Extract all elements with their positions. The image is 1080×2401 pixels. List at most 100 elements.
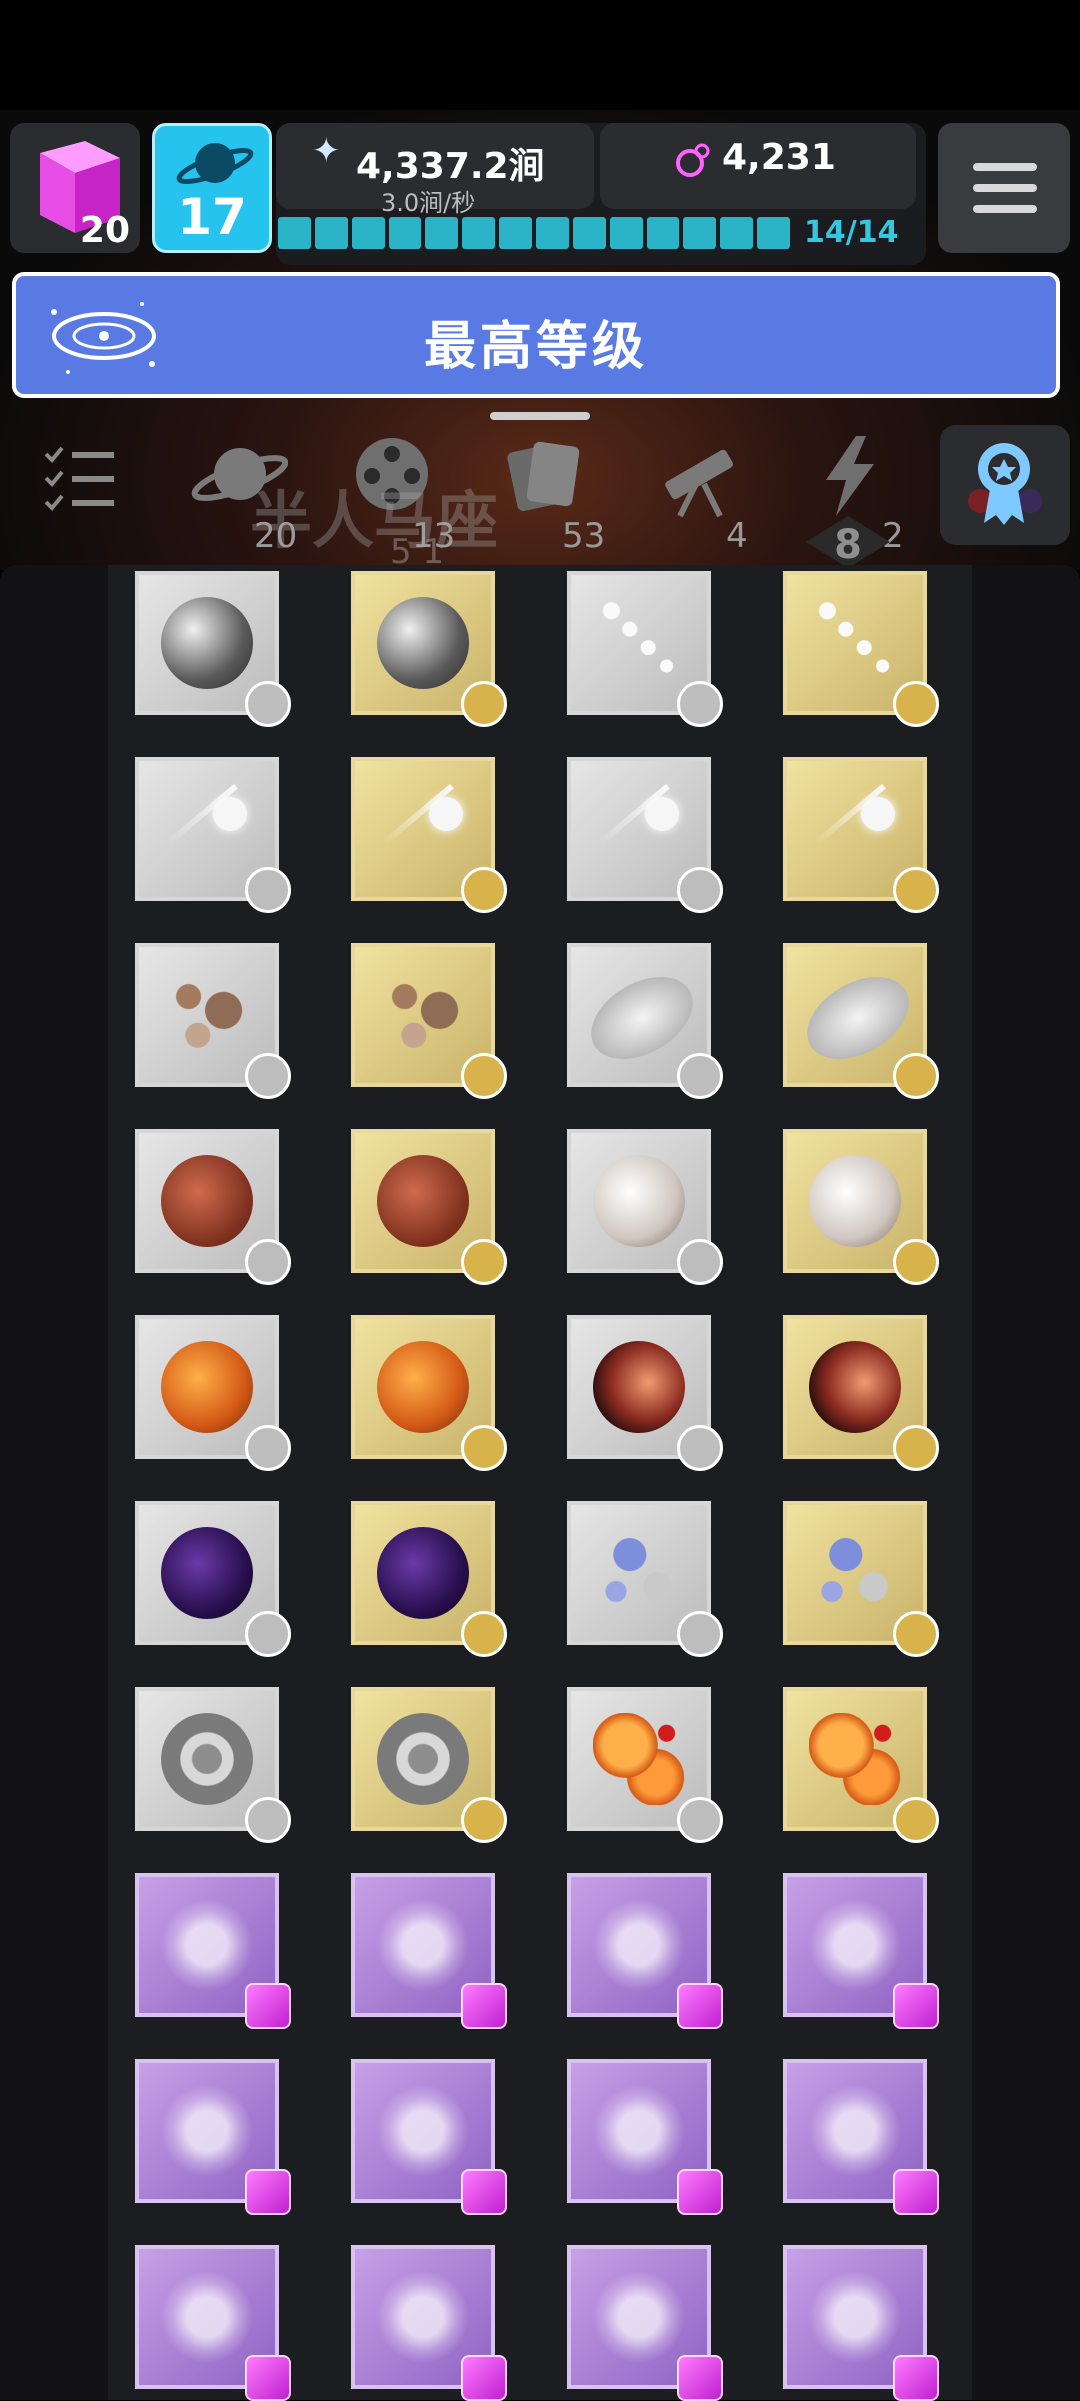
constel-icon [593, 2085, 685, 2177]
collection-tile[interactable] [567, 943, 723, 1099]
collection-tile[interactable] [783, 571, 939, 727]
constel-icon [161, 2085, 253, 2177]
binary-icon [593, 1713, 685, 1805]
collection-tile[interactable] [135, 2245, 291, 2401]
medal-badge-icon [245, 1611, 291, 1657]
medal-badge-icon [461, 1053, 507, 1099]
collection-tile[interactable] [135, 1873, 291, 2029]
collection-tile[interactable] [783, 2245, 939, 2401]
collection-tile[interactable] [351, 757, 507, 913]
molecule-icon [676, 143, 710, 177]
collection-tile[interactable] [567, 571, 723, 727]
cube-badge-icon [893, 2169, 939, 2215]
award-ribbon-icon [968, 443, 1042, 525]
red-icon [161, 1155, 253, 1247]
cube-badge-icon [893, 1983, 939, 2029]
grey-icon [161, 597, 253, 689]
tab-count: 4 [726, 516, 748, 556]
medal-badge-icon [893, 681, 939, 727]
constel-icon [593, 1899, 685, 1991]
collection-tile[interactable] [135, 1687, 291, 1843]
constel-icon [809, 1899, 901, 1991]
collection-tile[interactable] [351, 1129, 507, 1285]
medal-badge-icon [893, 1239, 939, 1285]
tab-count: 53 [562, 516, 606, 556]
collection-tile[interactable] [783, 757, 939, 913]
collection-tile[interactable] [783, 943, 939, 1099]
collection-tile[interactable] [135, 571, 291, 727]
stardust-value: 4,337.2涧 [356, 146, 545, 187]
collection-tile[interactable] [783, 2059, 939, 2215]
collection-tile[interactable] [351, 1873, 507, 2029]
award-button[interactable] [940, 425, 1070, 545]
level-badge[interactable]: 17 [152, 123, 272, 253]
matter-resource[interactable]: 4,231 [600, 123, 916, 209]
hamburger-icon [973, 163, 1037, 213]
constel-icon [377, 2271, 469, 2363]
collection-tile[interactable] [567, 1687, 723, 1843]
max-level-banner: 最高等级 [12, 272, 1060, 398]
tab-lightning[interactable]: 2 [816, 430, 904, 556]
level-number: 17 [177, 188, 247, 246]
cube-badge-icon [677, 2355, 723, 2401]
ring-icon [377, 1713, 469, 1805]
comet-icon [593, 783, 685, 875]
collection-tile[interactable] [567, 1873, 723, 2029]
collection-tile[interactable] [567, 1501, 723, 1657]
collection-tile[interactable] [567, 1315, 723, 1471]
collection-tile[interactable] [783, 1501, 939, 1657]
collection-tile[interactable] [567, 757, 723, 913]
collection-tile[interactable] [351, 1501, 507, 1657]
top-header: 20 17 ✦ 4,337.2涧 3.0涧/秒 4,231 14/14 [0, 115, 1080, 265]
category-tabs: 20 13 53 4 2 半人马座 5 1 [0, 410, 1080, 572]
cube-currency-button[interactable]: 20 [10, 123, 140, 253]
constel-icon [377, 2085, 469, 2177]
level-progress-bar [276, 215, 792, 251]
medal-badge-icon [677, 1797, 723, 1843]
grey-icon [377, 597, 469, 689]
cube-badge-icon [461, 2355, 507, 2401]
collection-tile[interactable] [783, 1687, 939, 1843]
collection-tile[interactable] [135, 1129, 291, 1285]
collection-tile[interactable] [783, 1129, 939, 1285]
collection-tile[interactable] [351, 2059, 507, 2215]
lightning-icon [826, 436, 874, 516]
collection-tile[interactable] [567, 2245, 723, 2401]
cube-badge-icon [245, 1983, 291, 2029]
collection-tile[interactable] [567, 1129, 723, 1285]
medal-badge-icon [245, 681, 291, 727]
collection-tile[interactable] [567, 2059, 723, 2215]
collection-grid [108, 565, 972, 2401]
constel-icon [377, 1899, 469, 1991]
medal-badge-icon [677, 867, 723, 913]
collection-tile[interactable] [351, 1315, 507, 1471]
medal-badge-icon [245, 867, 291, 913]
menu-button[interactable] [938, 123, 1070, 253]
collection-tile[interactable] [135, 757, 291, 913]
constel-icon [593, 2271, 685, 2363]
comet-icon [161, 783, 253, 875]
medal-badge-icon [677, 1611, 723, 1657]
stardust-resource[interactable]: ✦ 4,337.2涧 3.0涧/秒 [276, 123, 594, 217]
collection-tile[interactable] [783, 1315, 939, 1471]
medal-badge-icon [893, 1797, 939, 1843]
tab-telescope[interactable]: 4 [650, 430, 750, 556]
collection-tile[interactable] [783, 1873, 939, 2029]
tab-cards[interactable]: 53 [500, 430, 605, 556]
cube-badge-icon [677, 1983, 723, 2029]
collection-tile[interactable] [135, 1315, 291, 1471]
tab-checklist[interactable] [40, 438, 120, 522]
ring-icon [161, 1713, 253, 1805]
diamond-badge: 8 [800, 512, 896, 572]
medal-badge-icon [461, 1797, 507, 1843]
collection-tile[interactable] [351, 2245, 507, 2401]
dots-icon [809, 597, 901, 689]
medal-badge-icon [245, 1239, 291, 1285]
black-icon [377, 1527, 469, 1619]
collection-tile[interactable] [351, 1687, 507, 1843]
collection-tile[interactable] [351, 943, 507, 1099]
collection-tile[interactable] [351, 571, 507, 727]
collection-tile[interactable] [135, 943, 291, 1099]
collection-tile[interactable] [135, 2059, 291, 2215]
collection-tile[interactable] [135, 1501, 291, 1657]
